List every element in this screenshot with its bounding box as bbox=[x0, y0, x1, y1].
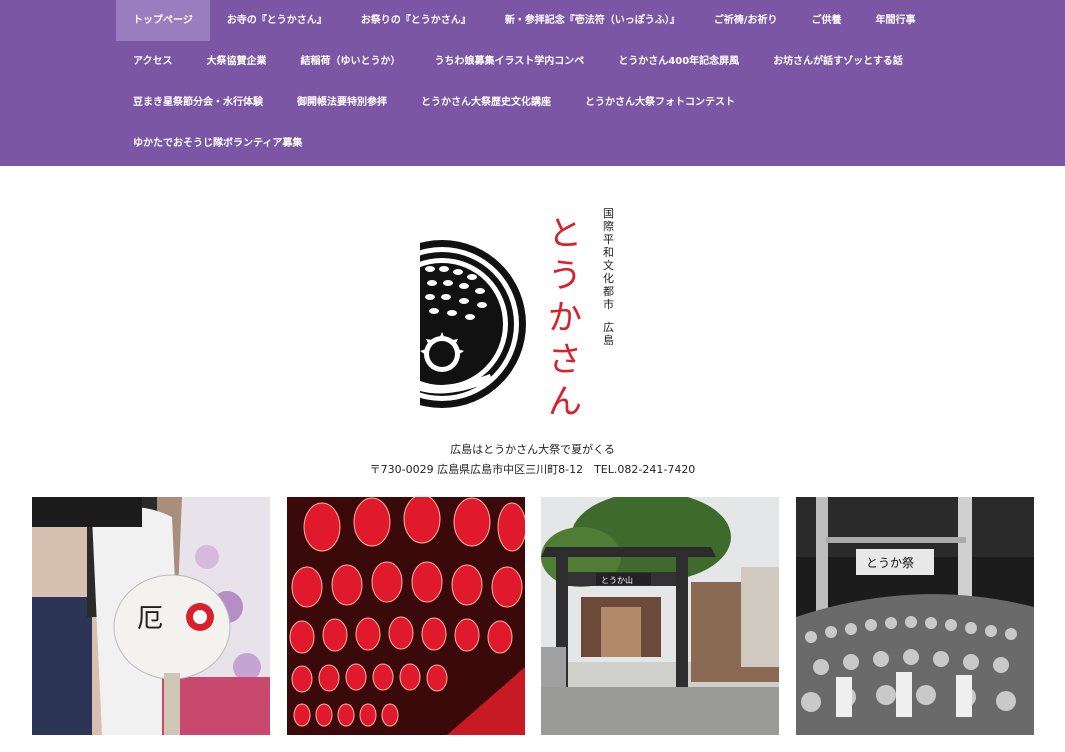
nav-item-byobu[interactable]: とうかさん400年記念屏風 bbox=[601, 41, 756, 82]
nav-item-top-page[interactable]: トップページ bbox=[116, 0, 210, 41]
nav-row-2: アクセス 大祭協賛企業 結稲荷（ゆいとうか） うちわ娘募集イラスト学内コンペ と… bbox=[116, 41, 920, 82]
brand-name: と う か さ ん bbox=[545, 213, 585, 423]
nav-item-access[interactable]: アクセス bbox=[116, 41, 190, 82]
nav-item-sponsors[interactable]: 大祭協賛企業 bbox=[190, 41, 284, 82]
brand-char: か bbox=[548, 298, 582, 338]
main-nav: トップページ お寺の『とうかさん』 お祭りの『とうかさん』 新・参拝記念『壱法符… bbox=[0, 0, 1065, 166]
nav-row-4: ゆかたでおそうじ隊ボランティア募集 bbox=[116, 123, 319, 164]
photo-temple-gate[interactable]: とうか山 bbox=[541, 497, 779, 735]
nav-item-photo-contest[interactable]: とうかさん大祭フォトコンテスト bbox=[568, 82, 752, 123]
brand-char: ん bbox=[548, 382, 582, 422]
nav-item-yui-touka[interactable]: 結稲荷（ゆいとうか） bbox=[284, 41, 418, 82]
brand-char: さ bbox=[548, 340, 582, 380]
city-name: 広島 bbox=[603, 321, 614, 347]
nav-item-annual-events[interactable]: 年間行事 bbox=[858, 0, 932, 41]
nav-item-setsubun[interactable]: 豆まき星祭節分会・水行体験 bbox=[116, 82, 280, 123]
nav-item-prayer[interactable]: ご祈祷/お祈り bbox=[697, 0, 795, 41]
crest-icon bbox=[420, 240, 526, 408]
site-logo[interactable]: と う か さ ん 国際平和文化都市 広島 bbox=[420, 207, 620, 422]
nav-item-history-lecture[interactable]: とうかさん大祭歴史文化講座 bbox=[404, 82, 568, 123]
nav-item-ippofu[interactable]: 新・参拝記念『壱法符（いっぽうふ）』 bbox=[488, 0, 697, 41]
nav-item-festival[interactable]: お祭りの『とうかさん』 bbox=[344, 0, 488, 41]
site-address: 〒730-0029 広島県広島市中区三川町8-12 TEL.082-241-74… bbox=[369, 463, 696, 476]
banner-sign: とうか祭 bbox=[866, 556, 914, 570]
nav-row-1: トップページ お寺の『とうかさん』 お祭りの『とうかさん』 新・参拝記念『壱法符… bbox=[116, 0, 932, 41]
nav-item-uchiwa-contest[interactable]: うちわ娘募集イラスト学内コンペ bbox=[418, 41, 602, 82]
nav-row-3: 豆まき星祭節分会・水行体験 御開帳法要特別参拝 とうかさん大祭歴史文化講座 とう… bbox=[116, 82, 752, 123]
svg-text:厄: 厄 bbox=[137, 604, 163, 634]
photo-uchiwa-yukata[interactable]: 厄 bbox=[32, 497, 270, 735]
nav-item-temple[interactable]: お寺の『とうかさん』 bbox=[210, 0, 344, 41]
city-subtitle: 国際平和文化都市 bbox=[603, 207, 614, 311]
site-tagline: 広島はとうかさん大祭で夏がくる bbox=[450, 443, 615, 456]
nav-item-cleanup-volunteer[interactable]: ゆかたでおそうじ隊ボランティア募集 bbox=[116, 123, 319, 164]
nav-item-gokaicho[interactable]: 御開帳法要特別参拝 bbox=[280, 82, 404, 123]
brand-char: う bbox=[548, 256, 582, 296]
nav-item-memorial[interactable]: ご供養 bbox=[794, 0, 858, 41]
nav-item-scary-stories[interactable]: お坊さんが話すゾッとする話 bbox=[756, 41, 920, 82]
photo-historic-festival[interactable]: とうか祭 bbox=[796, 497, 1034, 735]
photo-red-lanterns[interactable] bbox=[287, 497, 525, 735]
brand-char: と bbox=[548, 214, 582, 254]
gate-sign: とうか山 bbox=[601, 575, 633, 585]
